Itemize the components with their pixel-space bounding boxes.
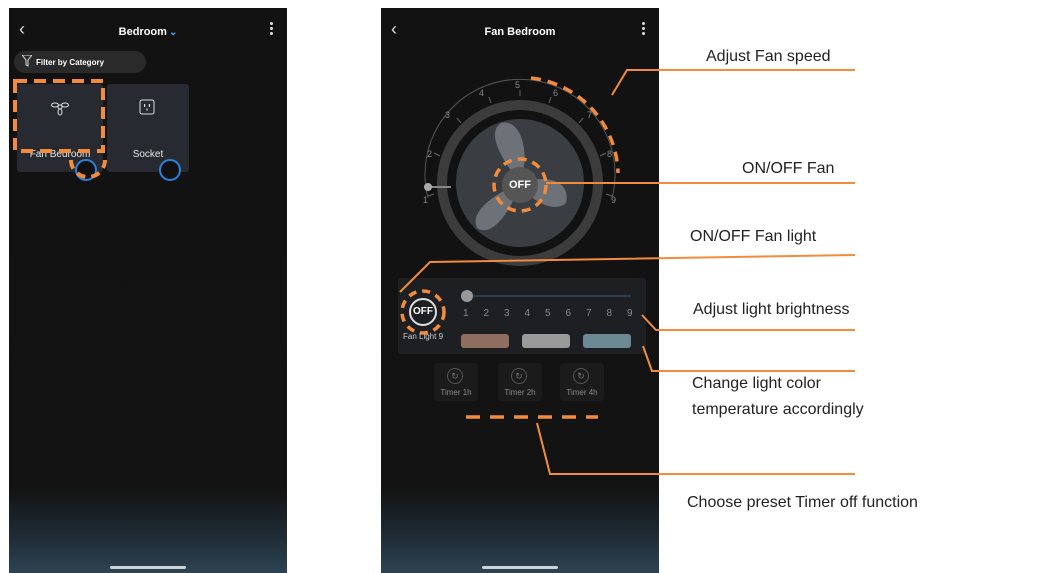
timer-icon: ↻	[511, 368, 527, 384]
device-label: Fan Bedroom	[29, 149, 91, 160]
device-label: Socket	[132, 149, 164, 160]
timer-icon: ↻	[573, 368, 589, 384]
timer-2h-button[interactable]: ↻ Timer 2h	[498, 363, 542, 401]
more-menu-icon[interactable]	[642, 22, 645, 37]
brightness-tick-label: 6	[565, 308, 572, 319]
brightness-tick-label: 2	[483, 308, 490, 319]
room-title[interactable]: Bedroom ⌄	[9, 26, 287, 38]
socket-power-toggle[interactable]	[159, 159, 181, 181]
speed-tick-label: 7	[587, 110, 593, 120]
speed-slider-knob[interactable]	[424, 183, 432, 191]
brightness-tick-label: 9	[627, 308, 633, 319]
fan-control-screen: ‹ Fan Bedroom 123456789 OFF OFF Fan Ligh…	[381, 8, 659, 573]
brightness-tick-label: 4	[524, 308, 531, 319]
brightness-tick-label: 1	[463, 308, 469, 319]
brightness-slider-knob[interactable]	[461, 290, 473, 302]
annotation-color-temp-line2: temperature accordingly	[692, 401, 864, 418]
speed-tick-label: 6	[553, 88, 559, 98]
brightness-tick-label: 3	[504, 308, 510, 319]
speed-tick-label: 4	[479, 88, 485, 98]
brightness-tick-label: 7	[586, 308, 592, 319]
home-indicator	[110, 566, 186, 569]
chevron-down-icon: ⌄	[168, 27, 178, 38]
device-card-socket[interactable]: Socket	[107, 84, 189, 172]
annotation-onoff-light: ON/OFF Fan light	[690, 228, 817, 245]
brightness-tick-label: 8	[606, 308, 613, 319]
speed-tick-label: 8	[607, 149, 613, 159]
more-menu-icon[interactable]	[270, 22, 273, 37]
color-cool-swatch[interactable]	[583, 334, 631, 348]
annotation-onoff-fan: ON/OFF Fan	[742, 160, 835, 177]
light-power-button[interactable]: OFF	[409, 298, 437, 326]
annotation-brightness: Adjust light brightness	[693, 301, 850, 318]
annotation-color-temp-line1: Change light color	[692, 375, 821, 392]
device-list-screen: ‹ Bedroom ⌄ Filter by Category Fan Bedroo…	[9, 8, 287, 573]
color-neutral-swatch[interactable]	[522, 334, 570, 348]
timer-icon: ↻	[447, 368, 463, 384]
brightness-tick-label: 5	[545, 308, 551, 319]
fan-icon	[51, 102, 69, 116]
light-label: Fan Light 9	[402, 332, 444, 341]
speed-tick-label: 5	[515, 80, 521, 90]
brightness-slider-track[interactable]	[467, 295, 631, 297]
device-title: Fan Bedroom	[484, 26, 556, 38]
color-warm-swatch[interactable]	[461, 334, 509, 348]
timer-1h-button[interactable]: ↻ Timer 1h	[434, 363, 478, 401]
speed-tick-label: 3	[445, 110, 451, 120]
timer-4h-button[interactable]: ↻ Timer 4h	[560, 363, 604, 401]
speed-tick-label: 9	[611, 195, 617, 205]
annotation-timer: Choose preset Timer off function	[687, 494, 918, 511]
fan-power-button[interactable]: OFF	[502, 167, 538, 203]
annotation-fan-speed: Adjust Fan speed	[706, 48, 831, 65]
home-indicator	[482, 566, 558, 569]
socket-icon	[139, 99, 155, 115]
speed-tick-label: 1	[423, 195, 429, 205]
fan-power-toggle[interactable]	[75, 159, 97, 181]
filter-by-category-button[interactable]: Filter by Category	[14, 51, 146, 73]
filter-icon	[22, 55, 32, 67]
speed-tick-label: 2	[427, 149, 433, 159]
